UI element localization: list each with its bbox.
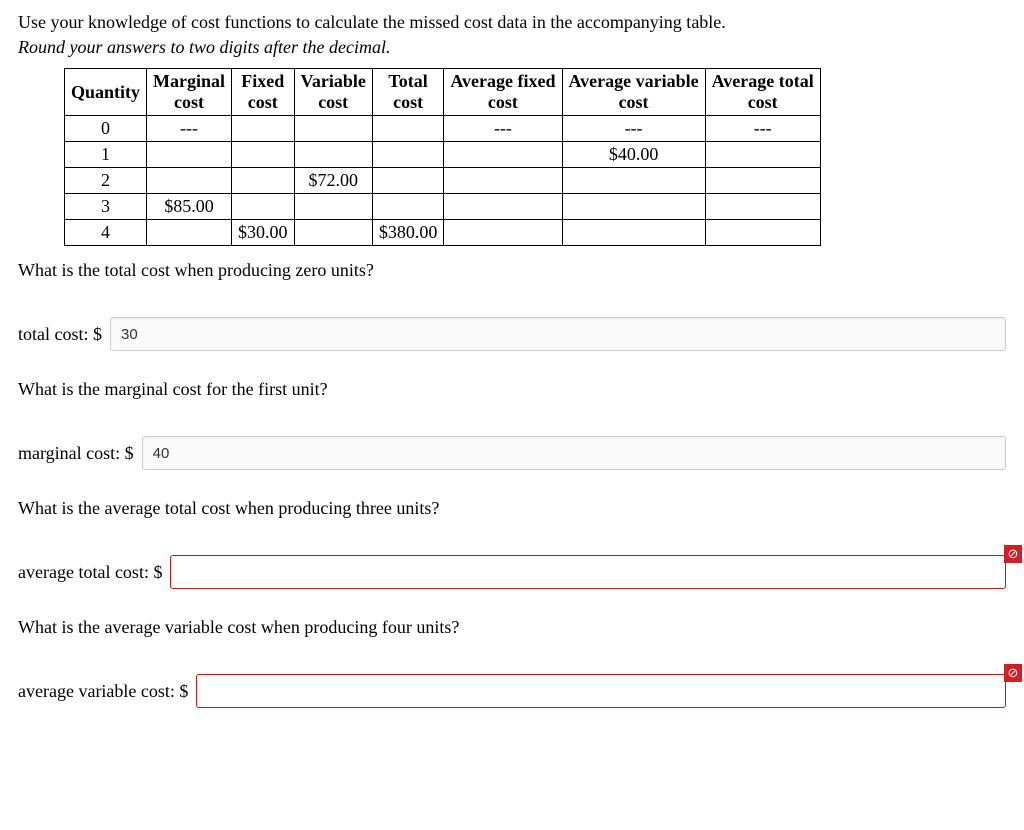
cell-quantity: 2 [65,168,147,194]
cell-afc [444,220,562,246]
col-variable-cost: Variablecost [294,69,372,116]
col-avc: Average variablecost [562,69,705,116]
cell-tc [372,194,444,220]
average-variable-cost-input[interactable] [196,674,1006,708]
answer-1-label: total cost: $ [18,324,102,345]
marginal-cost-input[interactable] [142,436,1006,470]
cell-mc [147,168,232,194]
answer-4-label: average variable cost: $ [18,681,188,702]
cell-fc [232,168,295,194]
cell-fc [232,142,295,168]
cell-avc: $40.00 [562,142,705,168]
cell-tc: $380.00 [372,220,444,246]
cell-atc: --- [705,116,820,142]
question-3: What is the average total cost when prod… [18,498,1006,519]
col-fixed-cost: Fixedcost [232,69,295,116]
table-row: 0 --- --- --- --- [65,116,821,142]
table-row: 4 $30.00 $380.00 [65,220,821,246]
sub-intro-text: Round your answers to two digits after t… [18,37,1006,58]
table-row: 1 $40.00 [65,142,821,168]
cell-fc: $30.00 [232,220,295,246]
error-icon: ⊘ [1004,545,1022,563]
col-quantity: Quantity [65,69,147,116]
col-atc: Average totalcost [705,69,820,116]
cell-mc: --- [147,116,232,142]
cell-vc [294,220,372,246]
answer-2-label: marginal cost: $ [18,443,134,464]
cell-vc [294,116,372,142]
col-total-cost: Totalcost [372,69,444,116]
answer-3-label: average total cost: $ [18,562,162,583]
cost-table: Quantity Marginalcost Fixedcost Variable… [64,68,821,246]
cell-afc [444,168,562,194]
cell-avc: --- [562,116,705,142]
table-row: 2 $72.00 [65,168,821,194]
cell-vc: $72.00 [294,168,372,194]
cell-quantity: 0 [65,116,147,142]
cell-tc [372,142,444,168]
average-total-cost-input[interactable] [170,555,1006,589]
cell-afc [444,194,562,220]
cell-mc [147,142,232,168]
cell-mc: $85.00 [147,194,232,220]
cell-fc [232,194,295,220]
cell-vc [294,194,372,220]
question-4: What is the average variable cost when p… [18,617,1006,638]
error-icon: ⊘ [1004,664,1022,682]
cell-atc [705,168,820,194]
table-row: 3 $85.00 [65,194,821,220]
cell-quantity: 3 [65,194,147,220]
cell-atc [705,220,820,246]
cell-avc [562,168,705,194]
cell-quantity: 1 [65,142,147,168]
intro-text: Use your knowledge of cost functions to … [18,12,1006,33]
question-1: What is the total cost when producing ze… [18,260,1006,281]
cell-tc [372,168,444,194]
cell-tc [372,116,444,142]
table-header-row: Quantity Marginalcost Fixedcost Variable… [65,69,821,116]
cell-fc [232,116,295,142]
col-marginal-cost: Marginalcost [147,69,232,116]
cell-avc [562,194,705,220]
col-afc: Average fixedcost [444,69,562,116]
cell-avc [562,220,705,246]
cell-quantity: 4 [65,220,147,246]
cell-afc: --- [444,116,562,142]
cell-atc [705,194,820,220]
cell-atc [705,142,820,168]
total-cost-input[interactable] [110,317,1006,351]
cell-mc [147,220,232,246]
cell-afc [444,142,562,168]
question-2: What is the marginal cost for the first … [18,379,1006,400]
cell-vc [294,142,372,168]
